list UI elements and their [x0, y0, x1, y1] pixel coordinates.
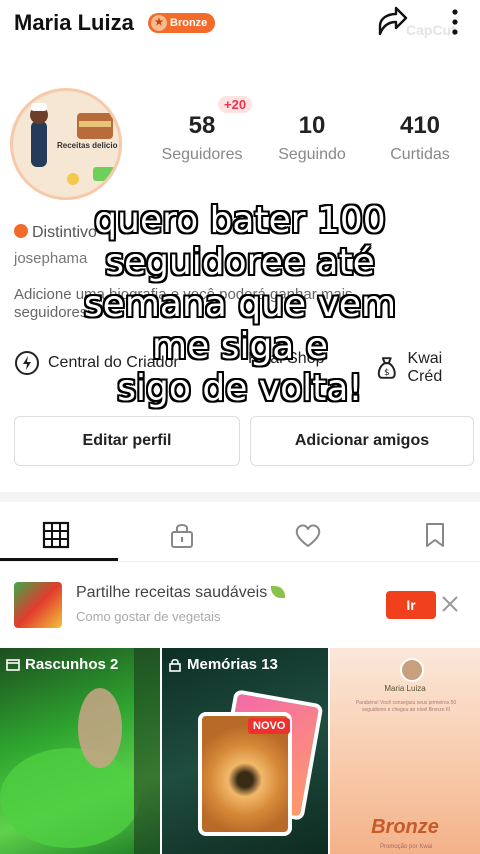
memories-tile[interactable]: NOVO Memórias 13	[162, 648, 328, 854]
recipe-promo-banner[interactable]: Partilhe receitas saudáveis Como gostar …	[0, 578, 480, 634]
active-tab-indicator	[0, 558, 118, 561]
leaf-icon	[271, 586, 286, 598]
go-button[interactable]: Ir	[386, 591, 436, 619]
memories-text: Memórias 13	[187, 656, 278, 673]
lock-icon[interactable]	[167, 520, 197, 550]
profile-name: Maria Luiza	[14, 10, 134, 35]
followers-count: 58	[188, 112, 216, 139]
likes-label: Curtidas	[390, 146, 450, 163]
following-count: 10	[298, 112, 326, 139]
add-friends-button[interactable]: Adicionar amigos	[250, 416, 474, 466]
level-badge[interactable]: ★ Bronze	[148, 13, 216, 33]
avatar[interactable]: Receitas delicio	[10, 88, 122, 200]
bookmark-icon[interactable]	[420, 520, 450, 550]
caption-line: sigo de volta!	[117, 368, 363, 409]
tile-name: Maria Luiza	[384, 684, 426, 693]
caption-line: me siga e	[152, 326, 328, 367]
new-followers-badge: +20	[218, 96, 253, 113]
drafts-icon	[6, 658, 20, 671]
drafts-tile[interactable]: Rascunhos 2	[0, 648, 160, 854]
lightning-icon	[15, 351, 39, 375]
more-icon[interactable]	[446, 6, 464, 38]
drafts-thumbnail	[0, 648, 160, 854]
edit-profile-button[interactable]: Editar perfil	[14, 416, 240, 466]
avatar-caption: Receitas delicio	[57, 141, 118, 150]
stat-likes[interactable]: 410 Curtidas	[370, 112, 470, 164]
drafts-label: Rascunhos 2	[6, 656, 118, 673]
share-icon[interactable]	[374, 4, 410, 40]
followers-label: Seguidores	[161, 146, 243, 163]
caption-line: semana que vem	[83, 284, 397, 325]
profile-header: Maria Luiza ★ Bronze CapCut	[0, 0, 480, 48]
close-icon[interactable]	[440, 594, 460, 614]
likes-count: 410	[399, 112, 441, 139]
vegetables-image	[14, 582, 62, 628]
drafts-text: Rascunhos 2	[25, 656, 119, 673]
section-divider	[0, 492, 480, 502]
heart-icon[interactable]	[293, 520, 323, 550]
caption-line: quero bater 100	[94, 200, 386, 241]
memories-label: Memórias 13	[168, 656, 278, 673]
video-caption-overlay: quero bater 100 seguidoree até semana qu…	[40, 200, 440, 410]
tile-footer: Promoção por Kwai	[380, 844, 433, 850]
content-tabs	[0, 510, 480, 562]
promo-title: Partilhe receitas saudáveis	[76, 584, 286, 602]
tile-avatar	[400, 658, 424, 682]
promo-subtitle: Como gostar de vegetais	[76, 609, 221, 624]
level-badge-label: Bronze	[170, 17, 208, 29]
stat-following[interactable]: 10 Seguindo	[262, 112, 362, 164]
tile-congrats-text: Parabéns! Você conseguiu seus primeiros …	[355, 700, 457, 713]
grid-icon[interactable]	[41, 520, 71, 550]
bronze-achievement-tile[interactable]: Maria Luiza Parabéns! Você conseguiu seu…	[330, 648, 480, 854]
following-label: Seguindo	[278, 146, 346, 163]
tile-bronze-title: Bronze	[371, 816, 439, 838]
lock-small-icon	[169, 658, 181, 672]
medal-icon: ★	[151, 15, 167, 31]
stat-followers[interactable]: 58 Seguidores	[152, 112, 252, 164]
caption-line: seguidoree até	[105, 242, 375, 283]
badge-icon	[14, 224, 28, 238]
promo-title-text: Partilhe receitas saudáveis	[76, 584, 268, 601]
new-badge: NOVO	[248, 718, 291, 734]
